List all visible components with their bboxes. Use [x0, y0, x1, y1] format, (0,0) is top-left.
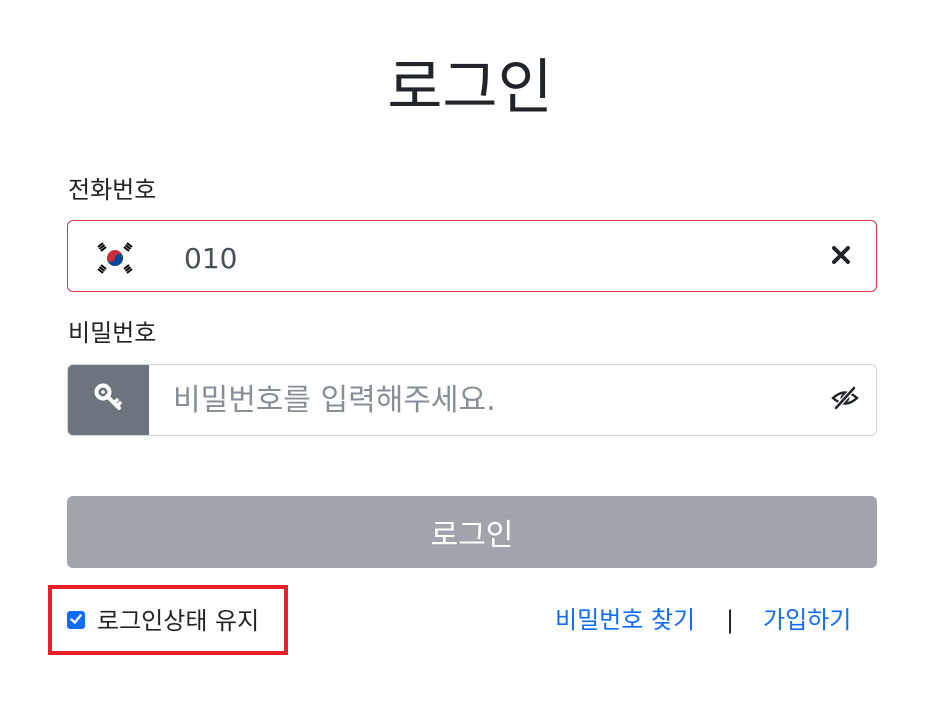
eye-slash-icon — [831, 386, 859, 414]
login-page: 로그인 전화번호 010 비밀번호 로그인 로그인상태 유지 비밀번호 찾기 |… — [0, 0, 940, 701]
login-button[interactable]: 로그인 — [67, 496, 877, 568]
checkmark-icon — [69, 611, 83, 630]
close-icon — [832, 246, 850, 268]
password-input[interactable] — [149, 365, 819, 435]
keep-login-checkbox[interactable] — [67, 611, 85, 629]
phone-label: 전화번호 — [68, 176, 157, 204]
clear-phone-button[interactable] — [826, 242, 856, 272]
phone-input[interactable]: 010 — [184, 240, 237, 278]
link-separator: | — [726, 606, 735, 634]
password-label: 비밀번호 — [68, 319, 157, 347]
keep-login-label[interactable]: 로그인상태 유지 — [97, 605, 259, 637]
find-password-link[interactable]: 비밀번호 찾기 — [555, 604, 695, 636]
password-addon — [68, 365, 149, 435]
korea-flag-icon[interactable] — [95, 241, 135, 275]
page-title: 로그인 — [387, 53, 553, 123]
key-icon — [94, 383, 124, 417]
password-field — [67, 364, 877, 436]
signup-link[interactable]: 가입하기 — [763, 604, 851, 636]
toggle-password-button[interactable] — [830, 385, 860, 415]
